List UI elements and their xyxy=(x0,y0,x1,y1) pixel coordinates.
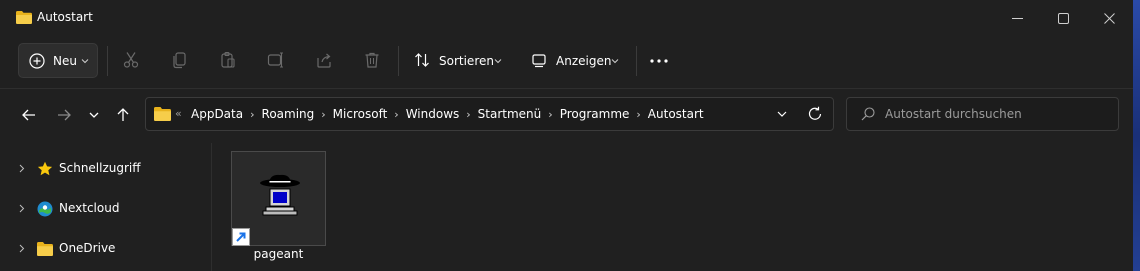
close-button[interactable] xyxy=(1086,0,1132,36)
sort-button-label: Sortieren xyxy=(439,54,494,68)
view-icon xyxy=(532,54,546,68)
more-icon xyxy=(650,59,668,63)
chevron-right-icon[interactable] xyxy=(17,164,26,173)
toolbar-divider xyxy=(0,88,1133,89)
explorer-window: Autostart Neu Sortieren Anzeigen « AppDa… xyxy=(0,0,1134,271)
breadcrumb-separator[interactable]: › xyxy=(636,108,640,121)
toolbar-separator xyxy=(398,46,399,76)
plus-circle-icon xyxy=(29,53,45,69)
maximize-button[interactable] xyxy=(1040,0,1086,36)
minimize-icon xyxy=(1011,17,1023,19)
search-icon xyxy=(861,107,875,121)
refresh-icon[interactable] xyxy=(807,106,823,122)
title-bar[interactable]: Autostart xyxy=(0,0,1133,36)
shortcut-overlay-icon xyxy=(232,228,250,246)
sort-button[interactable]: Sortieren xyxy=(405,44,511,78)
forward-button[interactable] xyxy=(53,104,75,126)
search-box[interactable] xyxy=(846,97,1119,131)
toolbar-separator xyxy=(107,46,108,76)
maximize-icon xyxy=(1057,12,1069,24)
minimize-button[interactable] xyxy=(994,0,1040,36)
chevron-right-icon[interactable] xyxy=(17,204,26,213)
close-icon xyxy=(1103,12,1115,24)
breadcrumb-item[interactable]: Microsoft xyxy=(333,107,388,121)
new-button[interactable]: Neu xyxy=(18,43,98,78)
chevron-down-icon xyxy=(611,59,619,64)
share-icon[interactable] xyxy=(315,51,333,69)
cut-icon[interactable] xyxy=(122,51,140,69)
arrow-right-icon xyxy=(58,109,71,121)
back-button[interactable] xyxy=(18,104,40,126)
copy-icon[interactable] xyxy=(171,51,189,69)
more-options-button[interactable] xyxy=(640,44,678,78)
sidebar-item-label: Nextcloud xyxy=(59,201,120,215)
delete-icon[interactable] xyxy=(363,51,381,69)
chevron-right-icon[interactable] xyxy=(17,244,26,253)
chevron-down-icon[interactable] xyxy=(776,108,788,120)
nextcloud-icon xyxy=(37,201,53,217)
pageant-icon xyxy=(260,174,300,216)
folder-icon xyxy=(37,242,53,256)
file-item-label[interactable]: pageant xyxy=(231,247,326,261)
breadcrumb-item[interactable]: AppData xyxy=(191,107,243,121)
file-list: pageant xyxy=(212,143,1133,271)
sidebar-item-nextcloud[interactable]: Nextcloud xyxy=(0,191,208,227)
breadcrumb-item[interactable]: Windows xyxy=(406,107,460,121)
view-button-label: Anzeigen xyxy=(556,54,612,68)
desktop-wallpaper xyxy=(1133,0,1140,271)
breadcrumb-separator[interactable]: › xyxy=(394,108,398,121)
star-icon xyxy=(37,161,53,176)
file-item[interactable] xyxy=(231,151,326,246)
sidebar-item-onedrive[interactable]: OneDrive xyxy=(0,231,208,267)
folder-icon xyxy=(154,107,171,121)
breadcrumb-separator[interactable]: › xyxy=(548,108,552,121)
command-bar: Neu Sortieren Anzeigen xyxy=(0,36,1133,88)
window-title: Autostart xyxy=(37,10,93,24)
arrow-up-icon xyxy=(117,108,129,121)
chevron-down-icon xyxy=(81,59,89,64)
breadcrumb-item[interactable]: Programme xyxy=(560,107,630,121)
view-button[interactable]: Anzeigen xyxy=(522,44,628,78)
toolbar-separator xyxy=(636,46,637,76)
sort-icon xyxy=(415,53,429,67)
sidebar-item-label: Schnellzugriff xyxy=(59,161,141,175)
rename-icon[interactable] xyxy=(267,51,285,69)
search-input[interactable] xyxy=(885,105,1105,123)
breadcrumb-separator[interactable]: › xyxy=(250,108,254,121)
chevron-down-icon xyxy=(494,59,502,64)
recent-locations-button[interactable] xyxy=(83,104,105,126)
chevron-down-icon xyxy=(89,112,99,118)
paste-icon[interactable] xyxy=(219,51,237,69)
breadcrumb-overflow[interactable]: « xyxy=(175,107,182,120)
breadcrumb-separator[interactable]: › xyxy=(466,108,470,121)
sidebar-item-quick-access[interactable]: Schnellzugriff xyxy=(0,151,208,187)
breadcrumb-item[interactable]: Autostart xyxy=(648,107,704,121)
breadcrumb-item[interactable]: Startmenü xyxy=(478,107,542,121)
breadcrumb-separator[interactable]: › xyxy=(321,108,325,121)
breadcrumb: AppData › Roaming › Microsoft › Windows … xyxy=(191,107,704,121)
sidebar-item-label: OneDrive xyxy=(59,241,116,255)
up-button[interactable] xyxy=(112,104,134,126)
folder-icon xyxy=(16,11,32,24)
arrow-left-icon xyxy=(22,109,35,121)
new-button-label: Neu xyxy=(53,54,77,68)
breadcrumb-item[interactable]: Roaming xyxy=(262,107,315,121)
navigation-pane: Schnellzugriff Nextcloud OneDrive xyxy=(0,143,210,271)
address-bar[interactable]: « AppData › Roaming › Microsoft › Window… xyxy=(145,97,834,131)
